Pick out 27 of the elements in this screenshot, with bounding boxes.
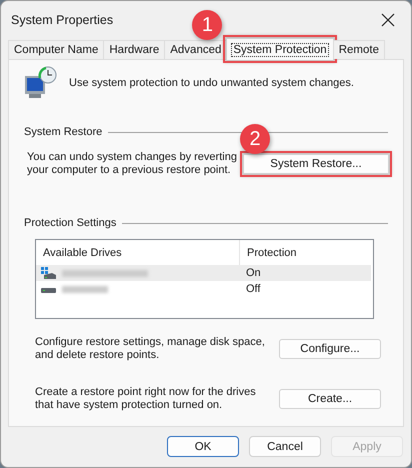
computer-restore-icon	[23, 66, 59, 100]
group-heading: Protection Settings	[24, 217, 116, 229]
system-restore-button[interactable]: System Restore...	[243, 154, 389, 174]
action-button[interactable]: Configure...	[279, 339, 381, 359]
protection-status: On	[245, 267, 262, 279]
column-header[interactable]: Available Drives	[36, 246, 239, 258]
drive-icon	[41, 288, 56, 293]
close-icon[interactable]	[381, 12, 395, 26]
intro-text: Use system protection to undo unwanted system changes.	[69, 77, 354, 89]
description-text: Configure restore settings, manage disk space, and delete restore points.	[35, 336, 266, 362]
action-button[interactable]: Create...	[279, 389, 381, 409]
drive-row[interactable]: Off	[36, 281, 371, 297]
dialog-button[interactable]: Cancel	[249, 436, 321, 457]
tab[interactable]: Remote	[332, 40, 385, 59]
drive-row[interactable]: On	[36, 265, 371, 281]
system-drive-icon	[41, 267, 57, 279]
description-text: Create a restore point right now for the drives that have system protection turned on.	[35, 386, 257, 412]
tab[interactable]: Computer Name	[8, 40, 104, 59]
group-heading: System Restore	[24, 126, 102, 138]
redacted-name	[62, 286, 108, 292]
step-badge: 1	[192, 10, 222, 40]
description-text: You can undo system changes by reverting your computer to a previous restore point.	[27, 151, 238, 177]
tab[interactable]: System Protection	[226, 38, 334, 60]
protection-status: Off	[245, 283, 262, 295]
dialog-button[interactable]: OK	[167, 436, 239, 457]
window-title: System Properties	[11, 12, 114, 26]
step-badge: 2	[240, 124, 270, 154]
